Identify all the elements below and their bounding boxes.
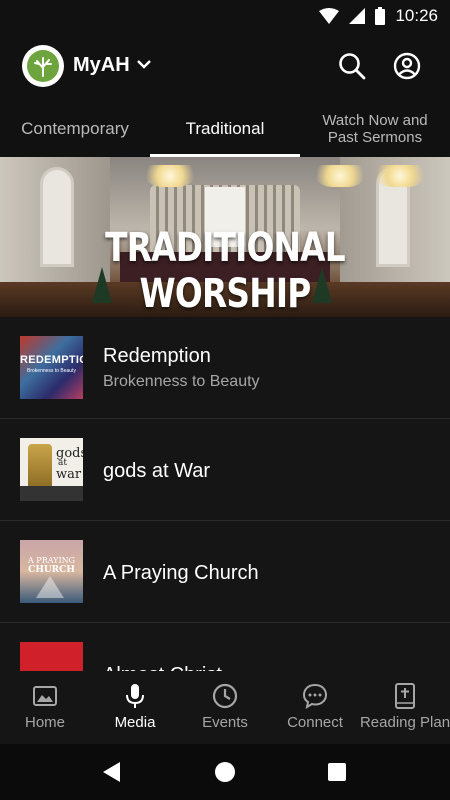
- tree-logo-icon[interactable]: [22, 45, 64, 87]
- home-button-icon[interactable]: [215, 762, 235, 782]
- status-time: 10:26: [395, 6, 438, 25]
- nav-media[interactable]: Media: [90, 671, 180, 744]
- hero-title: TRADITIONAL WORSHIP: [105, 225, 345, 317]
- nav-events[interactable]: Events: [180, 671, 270, 744]
- series-subtitle: Brokenness to Beauty: [103, 373, 260, 390]
- list-item[interactable]: REDEMPTION Brokenness to Beauty Redempti…: [0, 317, 450, 419]
- hero-banner[interactable]: TRADITIONAL WORSHIP: [0, 157, 450, 317]
- recent-apps-icon[interactable]: [328, 763, 346, 781]
- list-item[interactable]: A PRAYING CHURCH A Praying Church: [0, 521, 450, 623]
- list-item[interactable]: gods at war gods at War: [0, 419, 450, 521]
- app-bar: MyAH: [0, 32, 450, 100]
- image-icon: [33, 686, 57, 706]
- battery-icon: [375, 7, 386, 25]
- nav-home[interactable]: Home: [0, 671, 90, 744]
- tab-bar: Contemporary Traditional Watch Now and P…: [0, 100, 450, 157]
- series-thumbnail: REDEMPTION Brokenness to Beauty: [20, 336, 83, 399]
- system-nav-bar: [0, 744, 450, 800]
- bottom-nav: Home Media Events Connect Reading Plan: [0, 671, 450, 744]
- clock-icon: [212, 683, 238, 709]
- microphone-icon: [126, 684, 144, 708]
- search-icon[interactable]: [338, 52, 366, 80]
- tab-traditional[interactable]: Traditional: [150, 100, 300, 157]
- account-circle-icon[interactable]: [393, 52, 421, 80]
- chat-bubble-icon: [302, 683, 328, 709]
- signal-icon: [349, 8, 366, 24]
- series-thumbnail: A PRAYING CHURCH: [20, 540, 83, 603]
- nav-reading-plan[interactable]: Reading Plan: [360, 671, 450, 744]
- app-title[interactable]: MyAH: [73, 54, 130, 77]
- tab-contemporary[interactable]: Contemporary: [0, 100, 150, 157]
- series-title: gods at War: [103, 460, 211, 482]
- tab-watch-now[interactable]: Watch Now and Past Sermons: [300, 100, 450, 157]
- chevron-down-icon[interactable]: [136, 56, 152, 72]
- wifi-icon: [319, 8, 340, 24]
- status-bar: 10:26: [0, 0, 450, 32]
- back-icon[interactable]: [102, 761, 122, 783]
- series-title: Redemption: [103, 345, 211, 367]
- nav-connect[interactable]: Connect: [270, 671, 360, 744]
- series-thumbnail: gods at war: [20, 438, 83, 501]
- series-title: A Praying Church: [103, 562, 259, 584]
- bible-icon: [395, 683, 415, 709]
